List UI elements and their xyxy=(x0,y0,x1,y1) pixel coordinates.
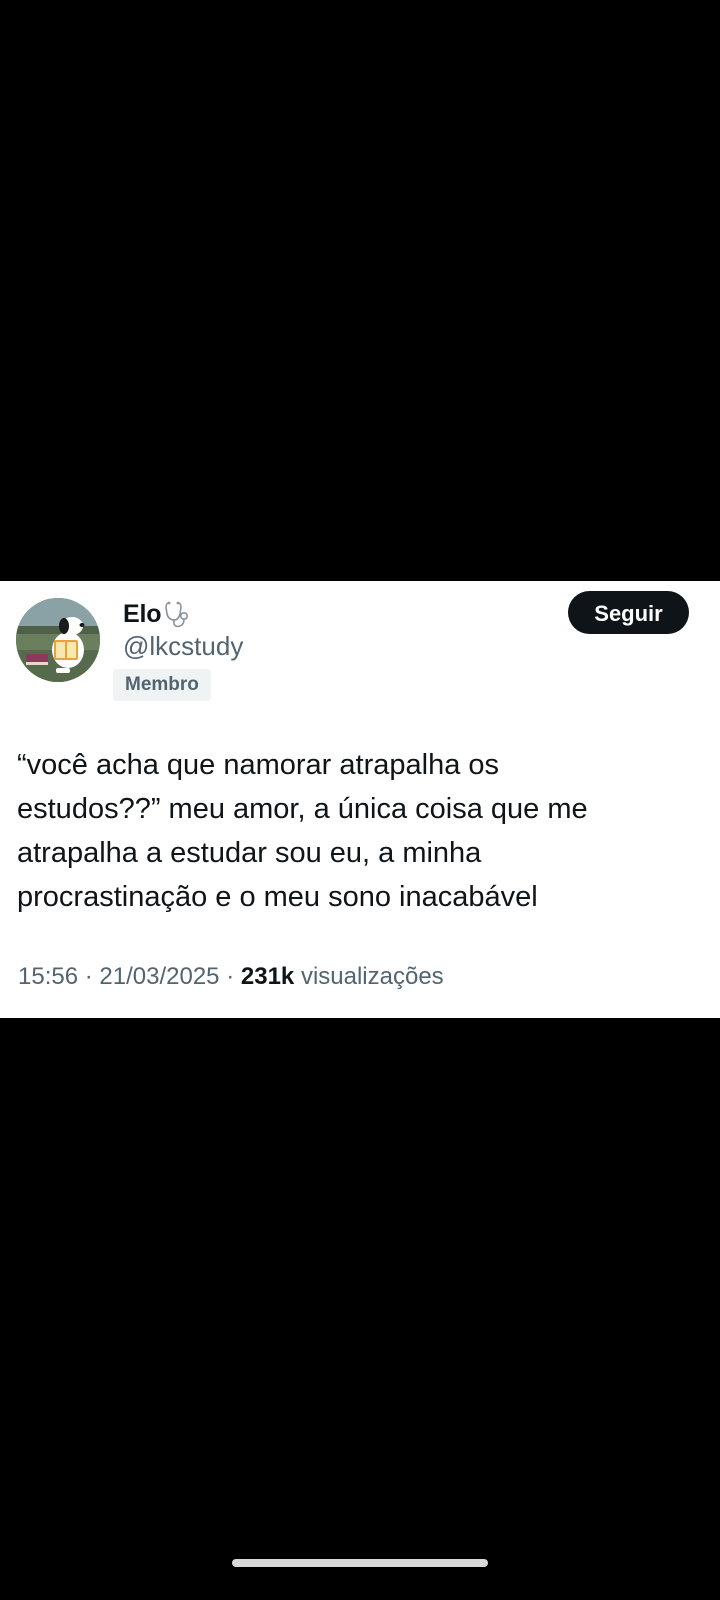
tweet-text-line: atrapalha a estudar sou eu, a minha xyxy=(17,837,482,869)
tweet-text-line: procrastinação e o meu sono inacabável xyxy=(17,881,538,913)
screen: Elo @lkcstudy Membro Seguir “você acha q… xyxy=(0,0,720,1600)
tweet-time[interactable]: 15:56 xyxy=(18,963,78,990)
views-label: visualizações xyxy=(300,963,444,990)
tweet-card[interactable]: Elo @lkcstudy Membro Seguir “você acha q… xyxy=(0,581,720,1018)
views-count: 231k xyxy=(240,963,295,990)
display-name[interactable]: Elo xyxy=(123,600,161,629)
display-name-row[interactable]: Elo xyxy=(123,597,192,631)
avatar[interactable] xyxy=(16,598,100,682)
home-indicator[interactable] xyxy=(232,1559,488,1567)
tweet-date[interactable]: 21/03/2025 xyxy=(99,963,219,990)
snoopy-avatar-image xyxy=(16,598,100,682)
follow-button[interactable]: Seguir xyxy=(568,591,689,634)
stethoscope-icon xyxy=(162,599,192,629)
user-handle[interactable]: @lkcstudy xyxy=(123,631,243,662)
tweet-text-line: “você acha que namorar atrapalha os xyxy=(17,749,500,781)
tweet-metadata: 15:56 · 21/03/2025 · 231k visualizações xyxy=(18,963,444,991)
tweet-text: “você acha que namorar atrapalha os estu… xyxy=(17,743,707,919)
separator-dot: · xyxy=(226,963,235,990)
member-badge: Membro xyxy=(113,669,211,701)
tweet-text-line: estudos??” meu amor, a única coisa que m… xyxy=(17,793,588,825)
separator-dot: · xyxy=(84,963,93,990)
